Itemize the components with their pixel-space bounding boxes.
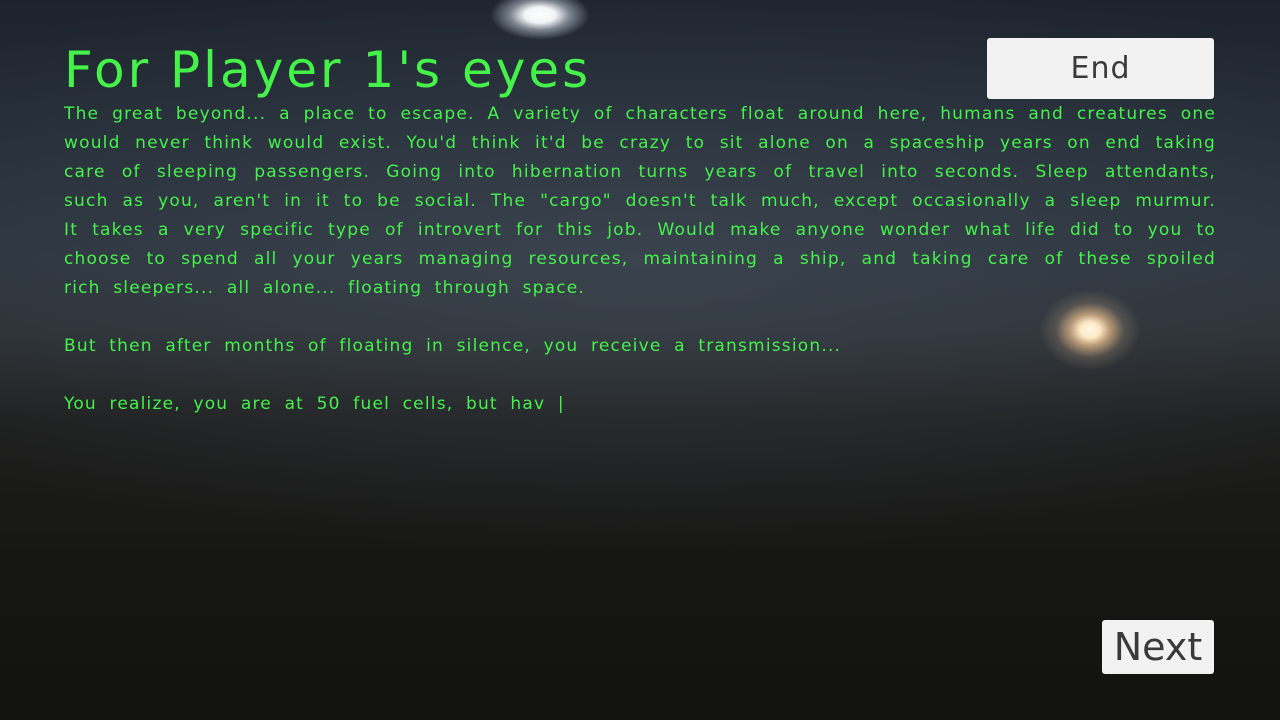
page-title: For Player 1's eyes [64,41,592,99]
story-text: The great beyond... a place to escape. A… [64,100,1216,419]
story-paragraph: The great beyond... a place to escape. A… [64,104,1216,298]
story-paragraph-typing: You realize, you are at 50 fuel cells, b… [64,394,565,414]
end-button[interactable]: End [987,38,1214,99]
ship-light-glow [490,0,590,40]
next-button[interactable]: Next [1102,620,1214,674]
story-paragraph: But then after months of floating in sil… [64,336,842,356]
